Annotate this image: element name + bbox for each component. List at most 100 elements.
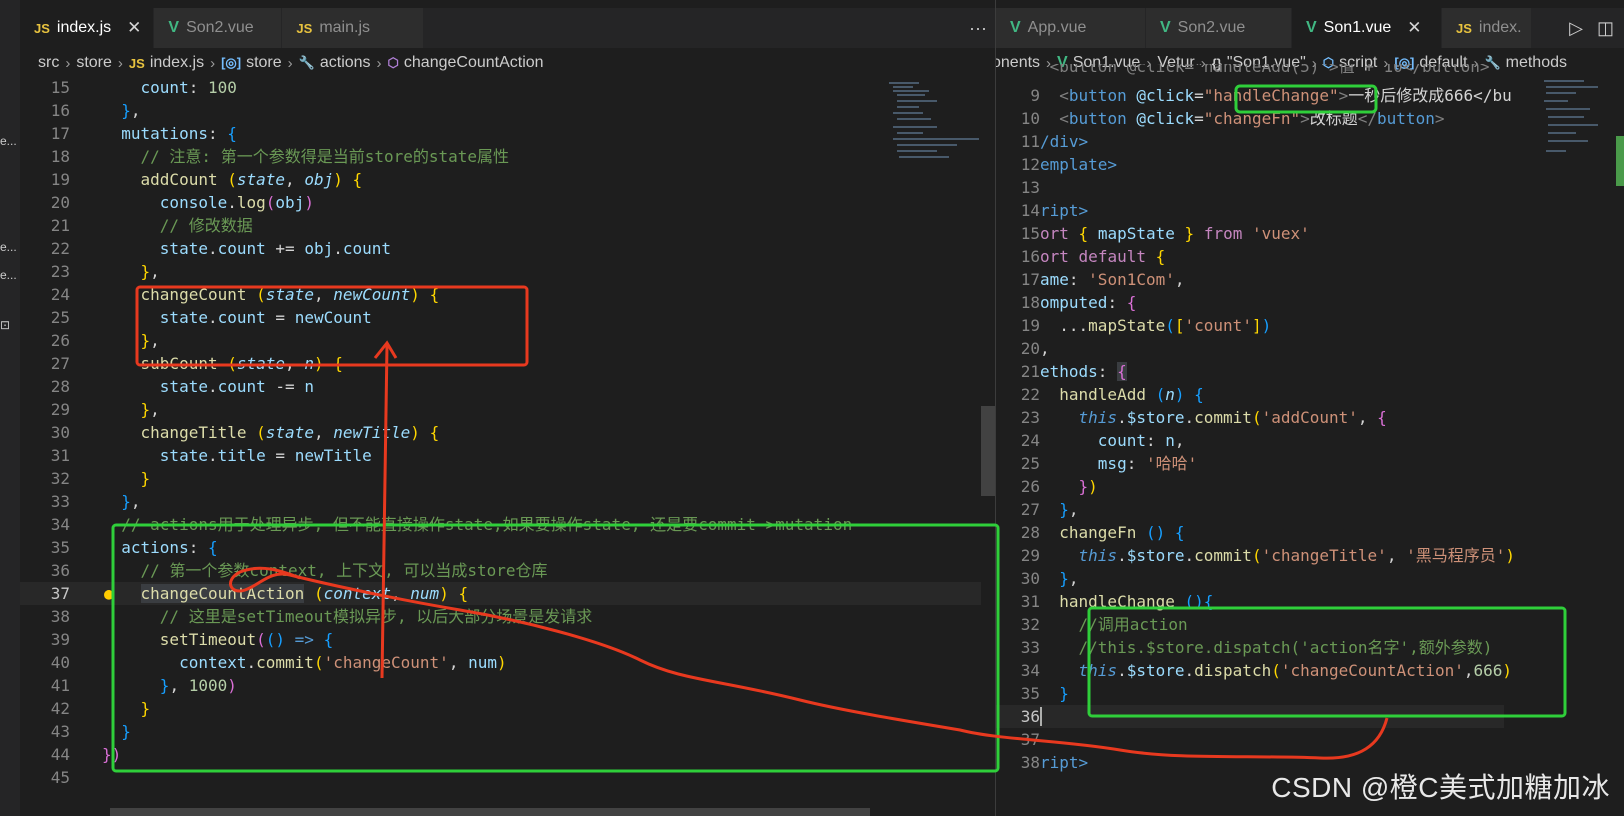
code-line: 21 ethods: { [1020,362,1127,381]
code-line: 15 ort { mapState } from 'vuex' [1020,224,1310,243]
explorer-fragment: e... [0,268,17,282]
copy-icon[interactable]: ⊡ [0,318,10,332]
code-line: 29 this.$store.commit('changeTitle', '黑马… [1020,546,1515,565]
watermark: CSDN @橙C美式加糖加冰 [1271,772,1610,803]
code-line: 28 state.count -= n [50,377,314,396]
horizontal-scrollbar[interactable] [110,808,870,816]
tab-index-js[interactable]: JS index. [1442,8,1532,48]
code-line: 28 changeFn () { [1020,523,1185,542]
code-line: 36 // 第一个参数context, 上下文, 可以当成store仓库 [50,561,548,580]
code-line: 42 } [50,699,151,718]
code-line: 17 ame: 'Son1Com', [1020,270,1185,289]
code-line: 33 }, [50,492,141,511]
code-line: 18 omputed: { [1020,293,1137,312]
code-line-current: 36 [996,705,1504,728]
code-line: 37 [1020,730,1040,749]
code-line-current: 37 ● changeCountAction (context, num) { [20,582,995,605]
wrench-icon: 🔧 [298,55,315,70]
breadcrumb-item[interactable]: store [76,54,112,72]
js-file-icon: JS [34,20,50,36]
close-icon[interactable]: ✕ [1407,18,1421,38]
code-line: 31 state.title = newTitle [50,446,372,465]
code-line: 18 // 注意: 第一个参数得是当前store的state属性 [50,147,510,166]
breadcrumb: src › store › JS index.js › [◎] store › 🔧 actio… [20,48,995,78]
code-line: 31 handleChange (){ [1020,592,1214,611]
minimap[interactable] [1544,78,1602,198]
vertical-scrollbar[interactable] [1614,78,1624,816]
code-line: 34 // actions用于处理异步, 但不能直接操作state,如果要操作s… [50,515,853,534]
code-line: 39 setTimeout(() => { [50,630,334,649]
tab-main-js[interactable]: JS main.js [282,8,425,48]
tab-app-vue[interactable]: V App.vue [996,8,1146,48]
code-line: 24 changeCount (state, newCount) { [50,285,440,304]
code-line: 34 this.$store.dispatch('changeCountActi… [1020,661,1513,680]
code-line: 17 mutations: { [50,124,237,143]
code-editor[interactable]: 15 count: 100 16 }, 17 mutations: { 18 /… [20,78,995,816]
tab-label: Son1.vue [1323,19,1392,36]
run-icon[interactable]: ▷ [1569,18,1583,39]
tab-index-js[interactable]: JS index.js ✕ [20,8,155,48]
code-line: 25 msg: '哈哈' [1020,454,1198,473]
split-editor-icon[interactable]: ◫ [1597,18,1614,39]
breadcrumb-item[interactable]: JS index.js [129,54,204,72]
code-line: 44}) [50,745,122,764]
code-line: 27 }, [1020,500,1079,519]
code-line: 10 <button @click="changeFn">改标题</button… [1020,109,1445,128]
close-icon[interactable]: ✕ [127,18,141,38]
code-line: 13 [1020,178,1040,197]
code-line: 12 emplate> [1020,155,1118,174]
tab-label: index.js [56,19,112,36]
vertical-scrollbar[interactable] [981,78,995,816]
code-line: 25 state.count = newCount [50,308,372,327]
tab-son1-vue[interactable]: V Son1.vue ✕ [1292,8,1442,48]
breadcrumb-item[interactable]: ⬡ changeCountAction [388,54,544,72]
js-file-icon: JS [296,20,313,36]
code-line: 20 console.log(obj) [50,193,314,212]
vue-file-icon: V [1010,19,1021,36]
editor-actions: ▷ ◫ [1569,8,1614,48]
vue-file-icon: V [1160,19,1171,36]
code-editor[interactable]: <button @click="handleAdd(5)">值 + 10</bu… [996,64,1624,816]
js-file-icon: JS [1456,20,1472,36]
code-line: 21 // 修改数据 [50,216,253,235]
tab-bar: JS index.js ✕ V Son2.vue JS main.js [20,8,995,48]
breadcrumb-item[interactable]: 🔧 actions [299,54,371,72]
method-icon: ⬡ [387,55,399,70]
tab-label: Son2.vue [186,19,254,36]
tab-son2-vue[interactable]: V Son2.vue [1146,8,1292,48]
code-line: 14 ript> [1020,201,1089,220]
code-line: 32 //调用action [1020,615,1188,634]
code-line: 35 } [1020,684,1069,703]
code-line: 45 [50,768,70,787]
code-line: 16 }, [50,101,141,120]
code-line: 41 }, 1000) [50,676,237,695]
code-line: 29 }, [50,400,160,419]
tab-label: index. [1478,19,1522,36]
code-line: 26 }, [50,331,160,350]
right-editor: V App.vue V Son2.vue V Son1.vue ✕ JS index. ▷… [995,0,1624,816]
code-line: 22 state.count += obj.count [50,239,392,258]
breadcrumb-item[interactable]: src [38,54,59,72]
tab-label: main.js [319,19,370,36]
code-line: 26 }) [1020,477,1098,496]
code-line: 19 ...mapState(['count']) [1020,316,1272,335]
code-line: 43 } [50,722,131,741]
code-line: 24 count: n, [1020,431,1185,450]
minimap[interactable] [889,78,979,198]
code-line: 35 actions: { [50,538,218,557]
code-line: 16 ort default { [1020,247,1166,266]
code-line: 9 <button @click="handleChange">一秒后修改成66… [1030,86,1512,105]
code-line: 32 } [50,469,151,488]
vue-file-icon: V [168,19,180,36]
code-line-partial: <button @click="handleAdd(5)">值 + 10</bu… [1049,64,1490,76]
code-line: 11/div> [1020,132,1089,151]
code-line: 15 count: 100 [50,78,237,97]
variable-icon: [◎] [221,55,242,70]
breadcrumb-item[interactable]: [◎] store [221,54,282,72]
tab-son2-vue[interactable]: V Son2.vue [154,8,283,48]
more-actions-icon[interactable]: ··· [969,8,987,48]
code-line: 22 handleAdd (n) { [1020,385,1204,404]
tab-label: Son2.vue [1177,19,1246,36]
tab-label: App.vue [1027,19,1087,36]
code-line: 23 }, [50,262,160,281]
